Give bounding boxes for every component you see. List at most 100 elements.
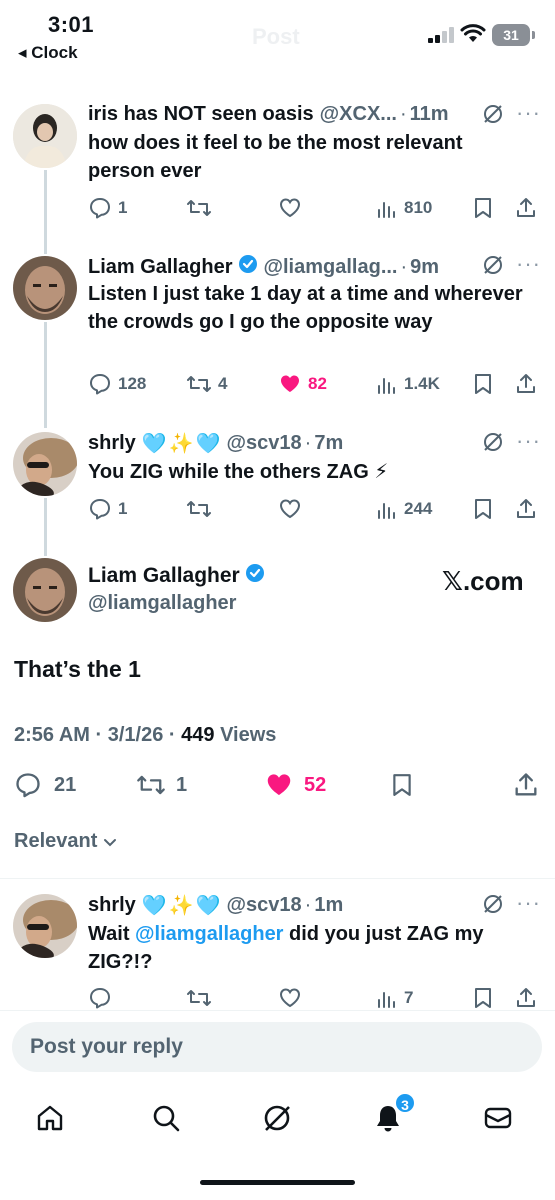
- tweet-time: 7m: [314, 432, 344, 454]
- bookmark-button[interactable]: [472, 369, 494, 399]
- reply-count: 1: [118, 198, 128, 217]
- avatar[interactable]: [13, 894, 77, 958]
- share-button[interactable]: [514, 369, 538, 399]
- bookmark-button[interactable]: [472, 193, 494, 223]
- author-name[interactable]: Liam Gallagher: [88, 564, 240, 588]
- repost-icon: [187, 990, 211, 1006]
- tweet-time: 9m: [410, 255, 440, 278]
- sort-label: Relevant: [14, 830, 98, 852]
- reply-button[interactable]: 21: [14, 770, 76, 800]
- reply-input[interactable]: Post your reply: [12, 1022, 542, 1072]
- repost-button[interactable]: [186, 983, 212, 1013]
- status-time: 3:01: [48, 12, 95, 37]
- tweet-actions: 1 244: [88, 494, 543, 524]
- heart-emoji-icon: 🩵: [141, 433, 167, 455]
- home-tab[interactable]: [30, 1098, 70, 1138]
- like-button[interactable]: 52: [264, 770, 326, 800]
- tweet-actions: 1 810: [88, 193, 543, 223]
- sparkles-emoji-icon: ✨: [168, 433, 194, 455]
- views-button[interactable]: 1.4K: [376, 369, 440, 399]
- reply-button[interactable]: 1: [88, 193, 127, 223]
- grok-icon[interactable]: [482, 431, 504, 458]
- repost-count: 1: [176, 773, 188, 796]
- grok-tab[interactable]: [257, 1098, 297, 1138]
- sparkles-emoji-icon: ✨: [168, 895, 194, 917]
- like-button[interactable]: [278, 983, 302, 1013]
- mention-link[interactable]: @liamgallagher: [135, 923, 283, 945]
- views-button[interactable]: 244: [376, 494, 432, 524]
- author-handle[interactable]: @liamgallag...: [264, 256, 398, 279]
- repost-count: 4: [218, 374, 228, 393]
- views-button[interactable]: 7: [376, 983, 413, 1013]
- reply-button[interactable]: 128: [88, 369, 146, 399]
- repost-button[interactable]: [186, 494, 212, 524]
- views-icon: [378, 992, 395, 1008]
- wifi-icon: [460, 22, 486, 49]
- author-name[interactable]: iris has NOT seen oasis: [88, 103, 314, 126]
- grok-icon[interactable]: [482, 254, 504, 281]
- like-button[interactable]: [278, 193, 302, 223]
- divider: [0, 878, 555, 879]
- share-button[interactable]: [512, 770, 540, 800]
- author-name[interactable]: shrly: [88, 894, 136, 917]
- views-icon: [378, 378, 395, 394]
- reply-icon: [90, 499, 110, 520]
- share-button[interactable]: [514, 193, 538, 223]
- author-handle[interactable]: @scv18: [227, 894, 302, 917]
- bookmark-icon: [393, 774, 411, 796]
- thread-connector: [44, 322, 47, 428]
- author-name[interactable]: Liam Gallagher: [88, 256, 233, 279]
- sort-replies-dropdown[interactable]: Relevant: [14, 830, 119, 853]
- share-icon: [517, 988, 535, 1007]
- share-button[interactable]: [514, 983, 538, 1013]
- heart-icon: [279, 198, 301, 218]
- author-handle[interactable]: @liamgallagher: [88, 592, 236, 615]
- avatar[interactable]: [13, 432, 77, 496]
- heart-filled-icon: [267, 774, 291, 795]
- like-button[interactable]: 82: [278, 369, 327, 399]
- bookmark-button[interactable]: [472, 494, 494, 524]
- avatar[interactable]: [13, 558, 77, 622]
- share-button[interactable]: [514, 494, 538, 524]
- views-count: 7: [404, 988, 414, 1007]
- reply-button[interactable]: [88, 983, 112, 1013]
- heart-filled-icon: [281, 375, 299, 392]
- back-to-app-link[interactable]: ◂ Clock: [18, 43, 78, 63]
- views-count: 244: [404, 499, 433, 518]
- views-count[interactable]: 449: [181, 724, 214, 746]
- views-button[interactable]: 810: [376, 193, 432, 223]
- grok-icon: [264, 1105, 290, 1131]
- avatar[interactable]: [13, 256, 77, 320]
- x-watermark: 𝕏.com: [442, 566, 524, 596]
- repost-button[interactable]: [186, 193, 212, 223]
- like-button[interactable]: [278, 494, 302, 524]
- more-options-icon[interactable]: ···: [516, 890, 541, 916]
- grok-icon[interactable]: [482, 893, 504, 920]
- tweet-text: You ZIG while the others ZAG ⚡: [88, 461, 389, 483]
- heart-emoji-icon: 🩵: [195, 895, 221, 917]
- author-handle[interactable]: @scv18: [227, 432, 302, 455]
- thread-connector: [44, 498, 47, 556]
- more-options-icon[interactable]: ···: [516, 251, 541, 277]
- share-icon: [517, 499, 535, 518]
- search-tab[interactable]: [146, 1098, 186, 1138]
- verified-badge-icon: [238, 254, 258, 280]
- author-handle[interactable]: @XCX...: [320, 103, 397, 126]
- notification-badge: 3: [394, 1092, 416, 1114]
- repost-button[interactable]: 1: [136, 770, 187, 800]
- messages-tab[interactable]: [478, 1098, 518, 1138]
- author-name[interactable]: shrly: [88, 432, 136, 455]
- repost-button[interactable]: 4: [186, 369, 227, 399]
- bookmark-button[interactable]: [390, 770, 414, 800]
- reply-button[interactable]: 1: [88, 494, 127, 524]
- more-options-icon[interactable]: ···: [516, 428, 541, 454]
- grok-icon[interactable]: [482, 103, 504, 130]
- bookmark-button[interactable]: [472, 983, 494, 1013]
- reply-count: 1: [118, 499, 128, 518]
- thread-connector: [44, 170, 47, 254]
- bookmark-icon: [475, 988, 491, 1008]
- bookmark-icon: [475, 198, 491, 218]
- avatar[interactable]: [13, 104, 77, 168]
- repost-icon: [187, 501, 211, 517]
- more-options-icon[interactable]: ···: [516, 100, 541, 126]
